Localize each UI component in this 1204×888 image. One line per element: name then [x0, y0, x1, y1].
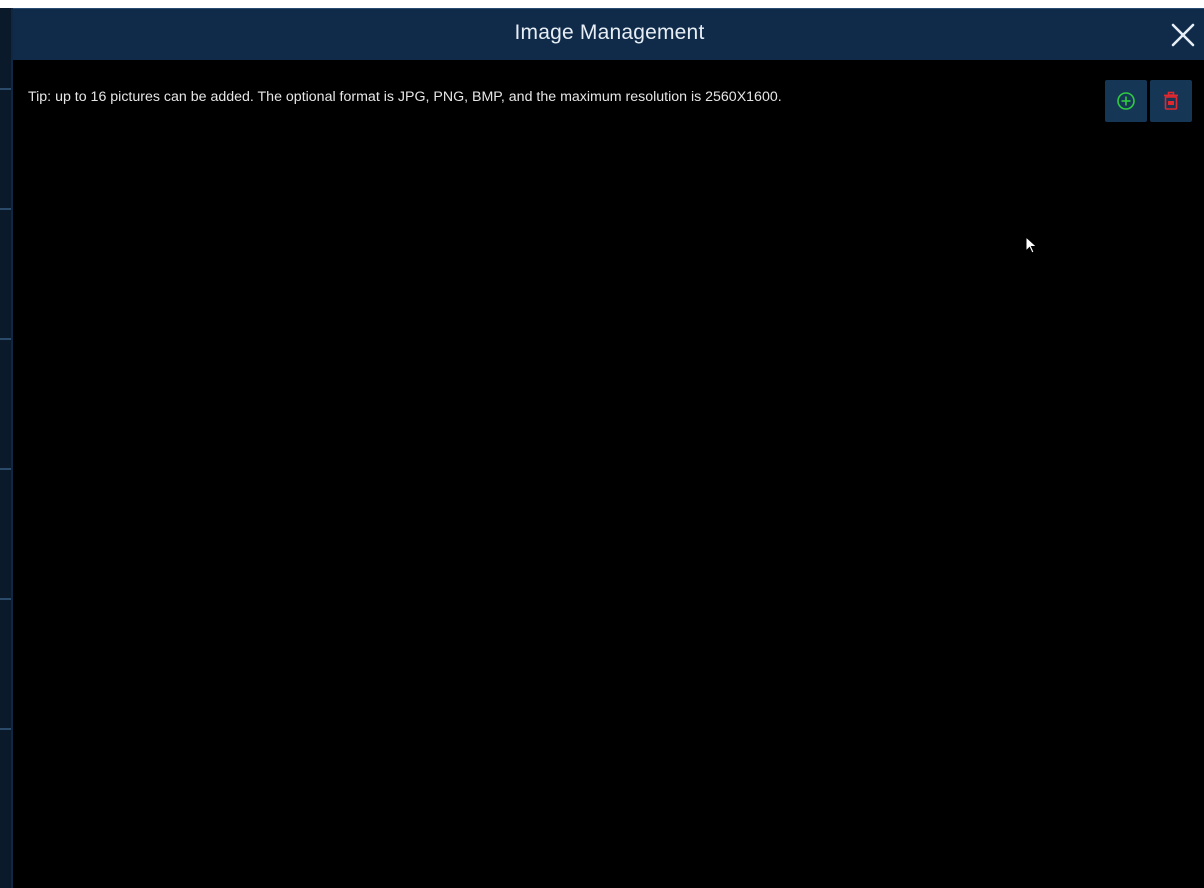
trash-icon: [1164, 91, 1178, 110]
add-circle-icon: [1117, 92, 1135, 110]
delete-image-button[interactable]: [1150, 80, 1192, 122]
tip-text: Tip: up to 16 pictures can be added. The…: [28, 89, 782, 105]
image-management-dialog: Image Management Tip: up to 16 pictures …: [11, 8, 1204, 888]
sidebar-edge-divider: [0, 468, 11, 470]
dialog-title: Image Management: [514, 21, 705, 44]
mouse-pointer-icon: [1025, 236, 1038, 254]
close-icon: [1171, 23, 1195, 47]
dialog-titlebar: Image Management: [13, 8, 1204, 60]
sidebar-edge-divider: [0, 598, 11, 600]
add-image-button[interactable]: [1105, 80, 1147, 122]
sidebar-edge-divider: [0, 338, 11, 340]
sidebar-edge-divider: [0, 208, 11, 210]
sidebar-edge-divider: [0, 88, 11, 90]
sidebar-edge-divider: [0, 728, 11, 730]
close-button[interactable]: [1166, 17, 1200, 51]
background-sidebar-edge: [0, 8, 11, 888]
